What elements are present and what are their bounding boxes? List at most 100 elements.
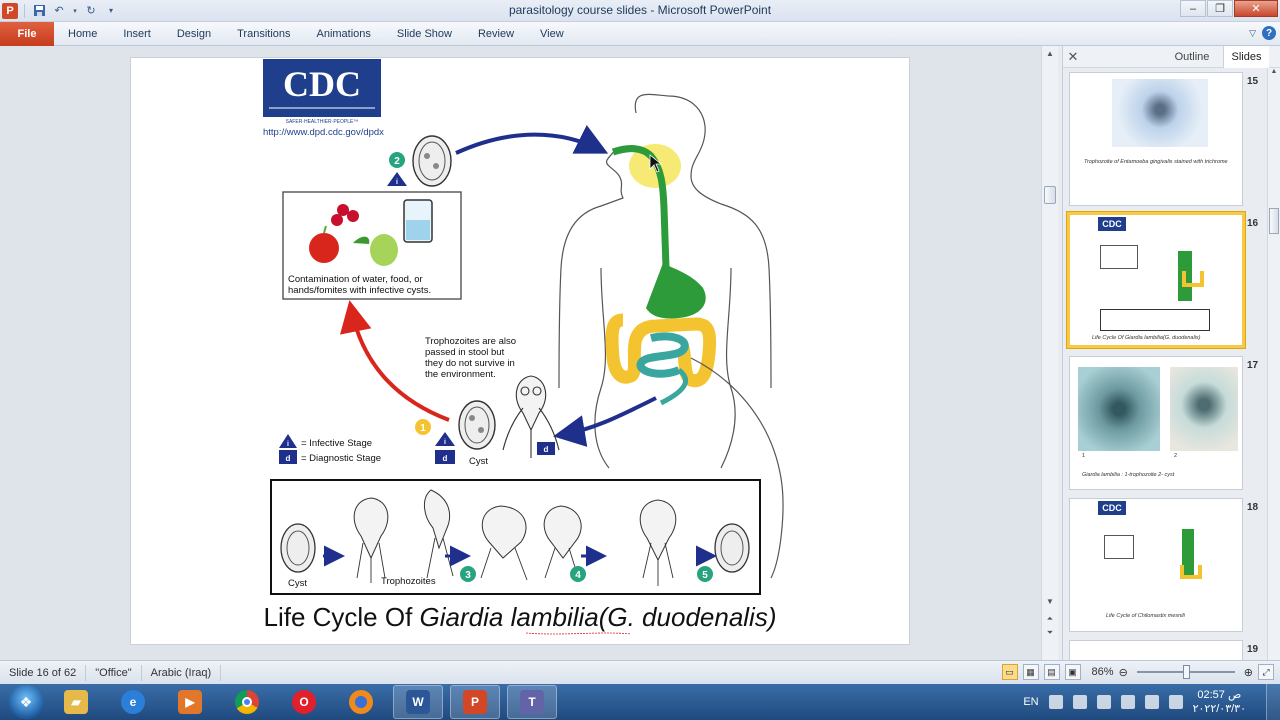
tab-view[interactable]: View: [527, 22, 577, 46]
infective-marker: i: [396, 179, 398, 186]
ingestion-arrow: [455, 124, 609, 155]
cdc-url: http://www.dpd.cdc.gov/dpdx: [263, 127, 384, 138]
close-pane-icon[interactable]: ✕: [1063, 49, 1083, 65]
window-controls: – ❐ ✕: [1180, 0, 1278, 17]
volume-icon[interactable]: [1120, 695, 1135, 709]
language-indicator[interactable]: Arabic (Iraq): [142, 664, 222, 681]
slides-pane: ✕ Outline Slides Trophozoite of Entamoeb…: [1062, 46, 1280, 660]
network-icon[interactable]: [1096, 695, 1111, 709]
show-desktop-button[interactable]: [1266, 684, 1280, 720]
thumbnail-caption: Life Cycle of Chilomastix mesnili: [1106, 613, 1185, 619]
ribbon-right-controls: ▽ ?: [1249, 26, 1276, 40]
zoom-slider-knob[interactable]: [1182, 665, 1190, 679]
step-1-badge: 1: [420, 423, 426, 434]
tab-animations[interactable]: Animations: [304, 22, 384, 46]
slide-thumbnail-19[interactable]: [1069, 640, 1243, 660]
tab-review[interactable]: Review: [465, 22, 527, 46]
current-slide[interactable]: CDC SAFER·HEALTHIER·PEOPLE™ http://www.d…: [131, 58, 909, 644]
chrome-taskbar-icon[interactable]: [222, 685, 272, 719]
stage-legend: i = Infective Stage d = Diagnostic Stage: [279, 434, 381, 464]
slide-number: 17: [1247, 360, 1259, 371]
opera-taskbar-icon[interactable]: O: [279, 685, 329, 719]
tray-app-icon[interactable]: [1048, 695, 1063, 709]
scroll-thumb[interactable]: [1044, 186, 1056, 204]
contamination-text-2: hands/fomites with infective cysts.: [288, 285, 431, 296]
pane-scroll-up-icon[interactable]: ▲: [1268, 68, 1280, 80]
start-button-icon[interactable]: ❖: [8, 685, 44, 719]
window-title: parasitology course slides - Microsoft P…: [508, 3, 772, 17]
pane-scrollbar[interactable]: ▲: [1267, 68, 1280, 660]
powerpoint-window: P ↶ ▾ ↻ ▾ parasitology course slides - M…: [0, 0, 1280, 720]
internet-explorer-taskbar-icon[interactable]: e: [108, 685, 158, 719]
legend-diagnostic: = Diagnostic Stage: [301, 453, 381, 464]
thumbnail-cdc-logo: CDC: [1098, 501, 1126, 515]
workspace: CDC SAFER·HEALTHIER·PEOPLE™ http://www.d…: [0, 46, 1280, 660]
zoom-slider[interactable]: [1136, 665, 1235, 679]
input-language[interactable]: EN: [1023, 696, 1038, 708]
previous-slide-icon[interactable]: ⏶: [1042, 612, 1058, 626]
excretion-arrow: [553, 396, 657, 447]
thumbnail-box: [1104, 535, 1134, 559]
flag-icon[interactable]: [1144, 695, 1159, 709]
explorer-taskbar-icon[interactable]: ▰: [51, 685, 101, 719]
zoom-in-icon[interactable]: ⊕: [1244, 666, 1253, 679]
tray-display-icon[interactable]: [1072, 695, 1087, 709]
theme-name[interactable]: "Office": [86, 664, 142, 681]
tab-slide-show[interactable]: Slide Show: [384, 22, 465, 46]
thumbnail-colon: [1182, 271, 1204, 287]
help-icon[interactable]: ?: [1262, 26, 1276, 40]
zoom-out-icon[interactable]: ⊖: [1119, 666, 1128, 679]
slide-vertical-scrollbar[interactable]: ▲ ▼ ⏶ ⏷: [1041, 46, 1058, 660]
box-cyst-label: Cyst: [288, 578, 307, 589]
slideshow-view-icon[interactable]: ▣: [1064, 664, 1081, 680]
contamination-box: Contamination of water, food, or hands/f…: [282, 191, 462, 300]
tab-insert[interactable]: Insert: [110, 22, 164, 46]
slide-thumbnail-15[interactable]: Trophozoite of Entamoeba gingivalis stai…: [1069, 72, 1243, 206]
thumbnail-cdc-logo: CDC: [1098, 217, 1126, 231]
minimize-button[interactable]: –: [1180, 0, 1206, 17]
firefox-taskbar-icon[interactable]: [336, 685, 386, 719]
slide-sorter-icon[interactable]: ▦: [1022, 664, 1039, 680]
battery-icon[interactable]: [1168, 695, 1183, 709]
zoom-level[interactable]: 86%: [1092, 666, 1114, 678]
maximize-button[interactable]: ❐: [1207, 0, 1233, 17]
svg-text:i: i: [444, 439, 446, 446]
powerpoint-taskbar-icon[interactable]: P: [450, 685, 500, 719]
next-slide-icon[interactable]: ⏷: [1042, 626, 1058, 640]
fit-to-window-icon[interactable]: ⤢: [1258, 664, 1274, 680]
slide-number: 15: [1247, 76, 1259, 87]
tab-slides[interactable]: Slides: [1223, 46, 1269, 68]
tab-file[interactable]: File: [0, 21, 54, 46]
cdc-logo-text: CDC: [283, 64, 361, 104]
tab-outline[interactable]: Outline: [1163, 46, 1221, 68]
teams-taskbar-icon[interactable]: T: [507, 685, 557, 719]
normal-view-icon[interactable]: ▭: [1001, 664, 1018, 680]
cdc-tagline: SAFER·HEALTHIER·PEOPLE™: [286, 119, 359, 125]
legend-infective: = Infective Stage: [301, 438, 372, 449]
thumbnail-cyst-image: [1170, 367, 1238, 451]
status-bar: Slide 16 of 62 "Office" Arabic (Iraq) ▭ …: [0, 660, 1280, 684]
scroll-down-icon[interactable]: ▼: [1042, 594, 1058, 608]
tab-design[interactable]: Design: [164, 22, 224, 46]
excystation-sequence-box: Cyst Trophozoites 3 4 5: [270, 479, 761, 595]
ribbon-tabs: File Home Insert Design Transitions Anim…: [0, 21, 1280, 46]
tab-transitions[interactable]: Transitions: [224, 22, 303, 46]
scroll-up-icon[interactable]: ▲: [1042, 46, 1058, 60]
media-player-taskbar-icon[interactable]: ▶: [165, 685, 215, 719]
contamination-text-1: Contamination of water, food, or: [288, 274, 423, 285]
pane-header: ✕ Outline Slides: [1063, 46, 1280, 68]
minimize-ribbon-icon[interactable]: ▽: [1249, 28, 1256, 39]
system-clock[interactable]: 02:57 ص ٢٠٢٢/٠٣/٣٠: [1193, 688, 1246, 716]
cdc-logo: CDC SAFER·HEALTHIER·PEOPLE™: [263, 59, 381, 125]
tab-home[interactable]: Home: [54, 22, 110, 46]
word-taskbar-icon[interactable]: W: [393, 685, 443, 719]
step-4-badge: 4: [575, 570, 581, 581]
pane-scroll-thumb[interactable]: [1269, 208, 1279, 234]
windows-taskbar: ❖ ▰ e ▶ O W P T EN 02:57 ص ٢٠٢٢/٠٣/٣٠: [0, 684, 1280, 720]
slide-thumbnail-18[interactable]: CDC Life Cycle of Chilomastix mesnili: [1069, 498, 1243, 632]
slide-thumbnail-17[interactable]: 1 2 Giardia lambilia : 1-trophozoite 2- …: [1069, 356, 1243, 490]
view-and-zoom-controls: ▭ ▦ ▤ ▣ 86% ⊖ ⊕ ⤢: [1001, 664, 1274, 680]
close-button[interactable]: ✕: [1234, 0, 1278, 17]
reading-view-icon[interactable]: ▤: [1043, 664, 1060, 680]
slide-thumbnail-16[interactable]: CDC Life Cycle Of Giardia lambilia(G. du…: [1067, 212, 1245, 348]
